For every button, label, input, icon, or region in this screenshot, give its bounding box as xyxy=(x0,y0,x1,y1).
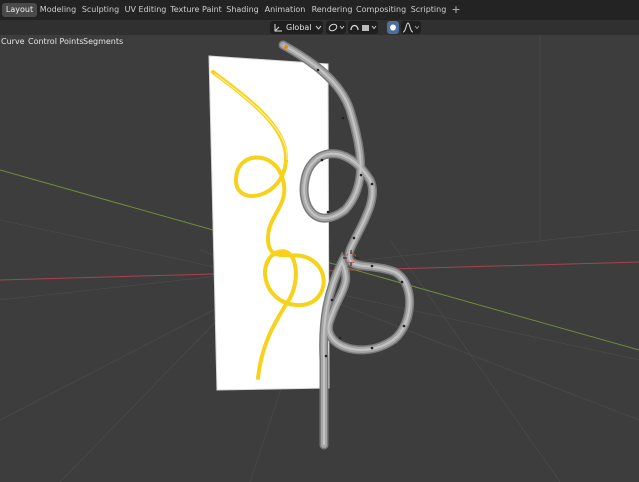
tab-shading[interactable]: Shading xyxy=(225,3,260,17)
proportional-editing-toggle[interactable] xyxy=(387,21,399,34)
tab-rendering[interactable]: Rendering xyxy=(310,3,354,17)
pivot-point-dropdown[interactable] xyxy=(326,21,346,34)
tab-sculpting[interactable]: Sculpting xyxy=(80,3,121,17)
tab-texture-paint[interactable]: Texture Paint xyxy=(170,3,222,17)
workspace-tabs-bar: Layout Modeling Sculpting UV Editing Tex… xyxy=(0,0,639,20)
3d-viewport[interactable] xyxy=(0,35,639,482)
tab-scripting[interactable]: Scripting xyxy=(409,3,448,17)
viewport-header-toolbar: Global xyxy=(0,20,639,35)
transform-orientation-value: Global xyxy=(286,23,312,32)
curve-origin-point xyxy=(284,45,288,49)
tab-compositing[interactable]: Compositing xyxy=(356,3,406,17)
add-workspace-button[interactable]: + xyxy=(450,3,462,17)
tab-uv-editing[interactable]: UV Editing xyxy=(124,3,167,17)
transform-orientation-dropdown[interactable]: Global xyxy=(270,21,323,34)
tab-layout[interactable]: Layout xyxy=(2,3,37,17)
proportional-falloff-dropdown[interactable] xyxy=(401,21,421,34)
menu-segments[interactable]: Segments xyxy=(83,35,123,49)
reference-image-plane[interactable] xyxy=(208,55,330,391)
menu-curve[interactable]: Curve xyxy=(1,35,25,49)
falloff-curve-icon xyxy=(402,22,420,33)
tab-modeling[interactable]: Modeling xyxy=(39,3,77,17)
proportional-edit-icon xyxy=(390,24,396,31)
tab-animation[interactable]: Animation xyxy=(263,3,307,17)
snapping-dropdown[interactable] xyxy=(348,21,378,34)
snap-link-icon xyxy=(350,24,377,31)
transform-pivot-icon xyxy=(328,23,345,32)
menu-control-points[interactable]: Control Points xyxy=(28,35,84,49)
